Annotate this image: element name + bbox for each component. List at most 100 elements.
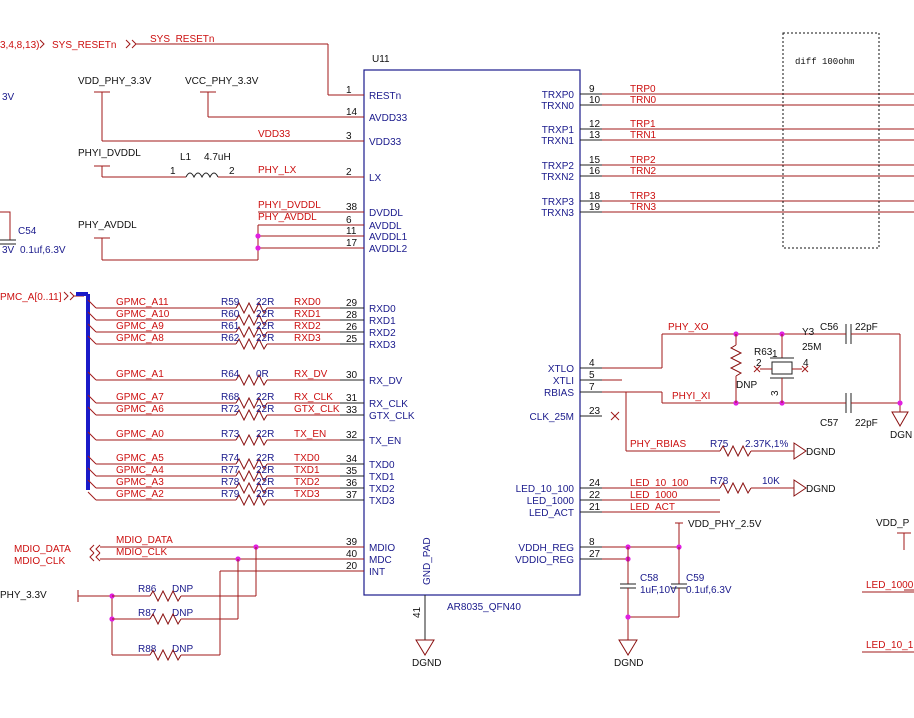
vdd33-net: VDD33 bbox=[258, 129, 291, 140]
pin-num-32: 32 bbox=[346, 430, 358, 441]
res-ref-r68: R68 bbox=[221, 392, 240, 403]
pin-name-txd0: TXD0 bbox=[369, 460, 395, 471]
gpmc-label-gpmc_a10: GPMC_A10 bbox=[116, 309, 170, 320]
res-ref-r64: R64 bbox=[221, 369, 240, 380]
net-label-led_1000: LED_1000 bbox=[630, 490, 678, 501]
l1-pin2: 2 bbox=[229, 166, 235, 177]
net-label-trn3: TRN3 bbox=[630, 202, 657, 213]
gpmc-label-gpmc_a5: GPMC_A5 bbox=[116, 453, 164, 464]
pin-name-led_1000: LED_1000 bbox=[527, 496, 575, 507]
pin-num-9: 9 bbox=[589, 84, 595, 95]
pin-num-13: 13 bbox=[589, 130, 601, 141]
res-val: 22R bbox=[256, 392, 274, 403]
phy-avddl-net: PHY_AVDDL bbox=[258, 212, 317, 223]
net-label-rxd1: RXD1 bbox=[294, 309, 321, 320]
pin-name-restn: RESTn bbox=[369, 91, 401, 102]
pin-name-txd3: TXD3 bbox=[369, 496, 395, 507]
pin-num-19: 19 bbox=[589, 202, 601, 213]
net-label-txd3: TXD3 bbox=[294, 489, 320, 500]
gpmc-label-gpmc_a11: GPMC_A11 bbox=[116, 297, 169, 308]
pin-name-trxn1: TRXN1 bbox=[541, 136, 574, 147]
gpmc-rows: GPMC_A11 R59 22R RXD0 GPMC_A10 R60 22R RXD1 GPMC… bbox=[87, 297, 340, 507]
net-label-txd0: TXD0 bbox=[294, 453, 320, 464]
c58-val: 1uF,10V bbox=[640, 585, 677, 596]
mdio-clk-net: MDIO_CLK bbox=[116, 547, 167, 558]
pin-num-20: 20 bbox=[346, 561, 358, 572]
gpmc-label-gpmc_a2: GPMC_A2 bbox=[116, 489, 164, 500]
pin-name-xtlo: XTLO bbox=[548, 364, 574, 375]
c59-ref: C59 bbox=[686, 573, 705, 584]
r63-ref: R63 bbox=[754, 347, 773, 358]
net-label-trp2: TRP2 bbox=[630, 155, 656, 166]
vdd-phy-label: VDD_PHY_3.3V bbox=[78, 76, 152, 87]
gpmc-label-gpmc_a6: GPMC_A6 bbox=[116, 404, 164, 415]
dgnd-led: DGND bbox=[806, 484, 835, 495]
pin-name-trxn0: TRXN0 bbox=[541, 101, 574, 112]
res-ref-r79: R79 bbox=[221, 489, 240, 500]
phy-lx-net: PHY_LX bbox=[258, 165, 297, 176]
res-val: 22R bbox=[256, 489, 274, 500]
pin-num-40: 40 bbox=[346, 549, 358, 560]
net-label-gtx_clk: GTX_CLK bbox=[294, 404, 340, 415]
gpmc-bus-label: PMC_A[0..11] bbox=[0, 292, 62, 303]
pin-num-18: 18 bbox=[589, 191, 601, 202]
pin-name-vdd33: VDD33 bbox=[369, 137, 402, 148]
phy-xi-net: PHYI_XI bbox=[672, 391, 710, 402]
net-label-trn1: TRN1 bbox=[630, 130, 657, 141]
res-val: 22R bbox=[256, 297, 274, 308]
led-10-right: LED_10_1 bbox=[866, 640, 914, 651]
phyi-dvddl-label: PHYI_DVDDL bbox=[78, 148, 141, 159]
pin-num-14: 14 bbox=[346, 107, 358, 118]
net-label-trp1: TRP1 bbox=[630, 119, 656, 130]
ic-ref: U11 bbox=[372, 54, 390, 65]
gnd-label-1: DGND bbox=[412, 658, 441, 669]
sys-reset-left: 3,4,8,13) bbox=[0, 40, 39, 51]
pin-num-5: 5 bbox=[589, 370, 595, 381]
net-label-txd1: TXD1 bbox=[294, 465, 320, 476]
pin-name-dvddl: DVDDL bbox=[369, 208, 403, 219]
pin-num-16: 16 bbox=[589, 166, 601, 177]
net-label-rx_dv: RX_DV bbox=[294, 369, 328, 380]
res-val: 0R bbox=[256, 369, 269, 380]
sys-reset-net: SYS_RESETn bbox=[150, 34, 214, 45]
l1-val: 4.7uH bbox=[204, 152, 231, 163]
pin-num-23: 23 bbox=[589, 406, 601, 417]
pin-name-trxn3: TRXN3 bbox=[541, 208, 574, 219]
pin-num-25: 25 bbox=[346, 334, 358, 345]
bus-entry bbox=[87, 491, 97, 501]
mdio-data-net: MDIO_DATA bbox=[116, 535, 173, 546]
y3-pin1: 1 bbox=[772, 349, 778, 360]
gnd-pad-label: GND_PAD bbox=[422, 537, 433, 585]
net-label-trp3: TRP3 bbox=[630, 191, 656, 202]
l1-pin1: 1 bbox=[170, 166, 176, 177]
c56-ref: C56 bbox=[820, 322, 839, 333]
pin-num-11: 11 bbox=[346, 226, 357, 237]
c54-left: 3V bbox=[2, 245, 15, 256]
dgnd-caps: DGND bbox=[614, 658, 643, 669]
pin-name-avddl1: AVDDL1 bbox=[369, 232, 408, 243]
gnd-pad-num: 41 bbox=[412, 606, 423, 618]
pin-name-rx_dv: RX_DV bbox=[369, 376, 403, 387]
phy-rbias-net: PHY_RBIAS bbox=[630, 439, 686, 450]
net-label-trn2: TRN2 bbox=[630, 166, 657, 177]
phyi-dvddl-net: PHYI_DVDDL bbox=[258, 200, 321, 211]
c59-val: 0.1uf,6.3V bbox=[686, 585, 732, 596]
r75-val: 2.37K,1% bbox=[745, 439, 788, 450]
res-val: 22R bbox=[256, 321, 274, 332]
pin-num-29: 29 bbox=[346, 298, 358, 309]
pin-num-27: 27 bbox=[589, 549, 601, 560]
mdio-clk-port: MDIO_CLK bbox=[14, 556, 65, 567]
pin-num-12: 12 bbox=[589, 119, 601, 130]
y3-pin3: 3 bbox=[770, 390, 781, 396]
phy-xo-net: PHY_XO bbox=[668, 322, 709, 333]
diff-label: diff 100ohm bbox=[795, 57, 854, 67]
res-ref-r60: R60 bbox=[221, 309, 240, 320]
pin-name-int: INT bbox=[369, 567, 385, 578]
gpmc-label-gpmc_a4: GPMC_A4 bbox=[116, 465, 164, 476]
vcc-phy-label: VCC_PHY_3.3V bbox=[185, 76, 259, 87]
pin-name-avdd33: AVDD33 bbox=[369, 113, 408, 124]
c54-val: 0.1uf,6.3V bbox=[20, 245, 66, 256]
c58-ref: C58 bbox=[640, 573, 659, 584]
gpmc-label-gpmc_a9: GPMC_A9 bbox=[116, 321, 164, 332]
pin-name-tx_en: TX_EN bbox=[369, 436, 401, 447]
